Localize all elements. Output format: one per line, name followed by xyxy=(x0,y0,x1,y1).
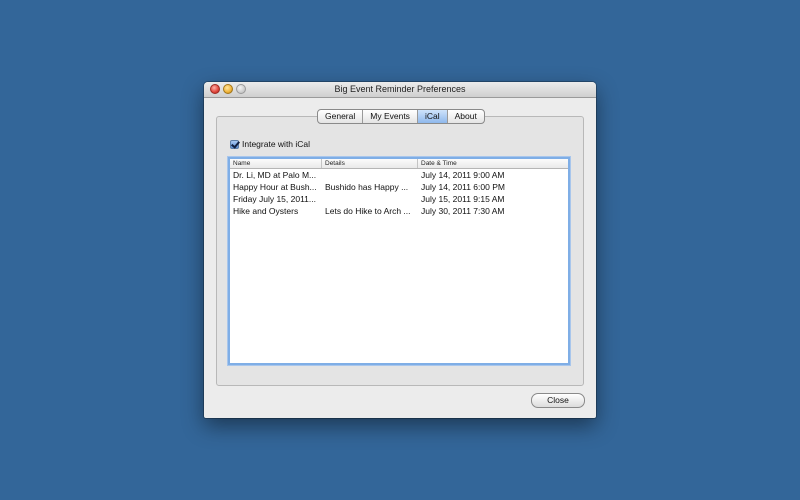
cell-date-time: July 15, 2011 9:15 AM xyxy=(421,194,505,204)
cell-details: Lets do Hike to Arch ... xyxy=(325,206,411,216)
cell-date-time: July 14, 2011 9:00 AM xyxy=(421,170,505,180)
tab-my-events[interactable]: My Events xyxy=(363,110,418,123)
integrate-ical-checkbox[interactable] xyxy=(230,139,239,149)
cell-name: Happy Hour at Bush... xyxy=(233,182,317,192)
table-header: Name Details Date & Time xyxy=(230,159,568,169)
cell-date-time: July 30, 2011 7:30 AM xyxy=(421,206,505,216)
tab-about[interactable]: About xyxy=(448,110,484,123)
table-row[interactable]: Friday July 15, 2011... July 15, 2011 9:… xyxy=(230,193,568,205)
tab-general[interactable]: General xyxy=(318,110,364,123)
column-header-details[interactable]: Details xyxy=(322,159,418,168)
column-header-date-time[interactable]: Date & Time xyxy=(418,159,568,168)
cell-name: Dr. Li, MD at Palo M... xyxy=(233,170,317,180)
cell-name: Hike and Oysters xyxy=(233,206,299,216)
window-title: Big Event Reminder Preferences xyxy=(334,84,466,94)
title-bar[interactable]: Big Event Reminder Preferences xyxy=(204,82,596,98)
integrate-ical-label: Integrate with iCal xyxy=(242,139,311,149)
events-table[interactable]: Name Details Date & Time Dr. Li, MD at P… xyxy=(228,157,570,365)
tab-bar: General My Events iCal About xyxy=(317,109,485,124)
integrate-ical-row[interactable]: Integrate with iCal xyxy=(230,139,310,149)
cell-name: Friday July 15, 2011... xyxy=(233,194,316,204)
close-button[interactable]: Close xyxy=(531,393,585,408)
cell-details xyxy=(322,169,418,181)
table-row[interactable]: Dr. Li, MD at Palo M... July 14, 2011 9:… xyxy=(230,169,568,181)
table-row[interactable]: Happy Hour at Bush... Bushido has Happy … xyxy=(230,181,568,193)
tab-ical[interactable]: iCal xyxy=(417,110,448,123)
cell-date-time: July 14, 2011 6:00 PM xyxy=(421,182,505,192)
cell-details xyxy=(322,193,418,205)
preferences-window: Big Event Reminder Preferences General M… xyxy=(204,82,596,418)
column-header-name[interactable]: Name xyxy=(230,159,322,168)
cell-details: Bushido has Happy ... xyxy=(325,182,409,192)
table-row[interactable]: Hike and Oysters Lets do Hike to Arch ..… xyxy=(230,205,568,217)
